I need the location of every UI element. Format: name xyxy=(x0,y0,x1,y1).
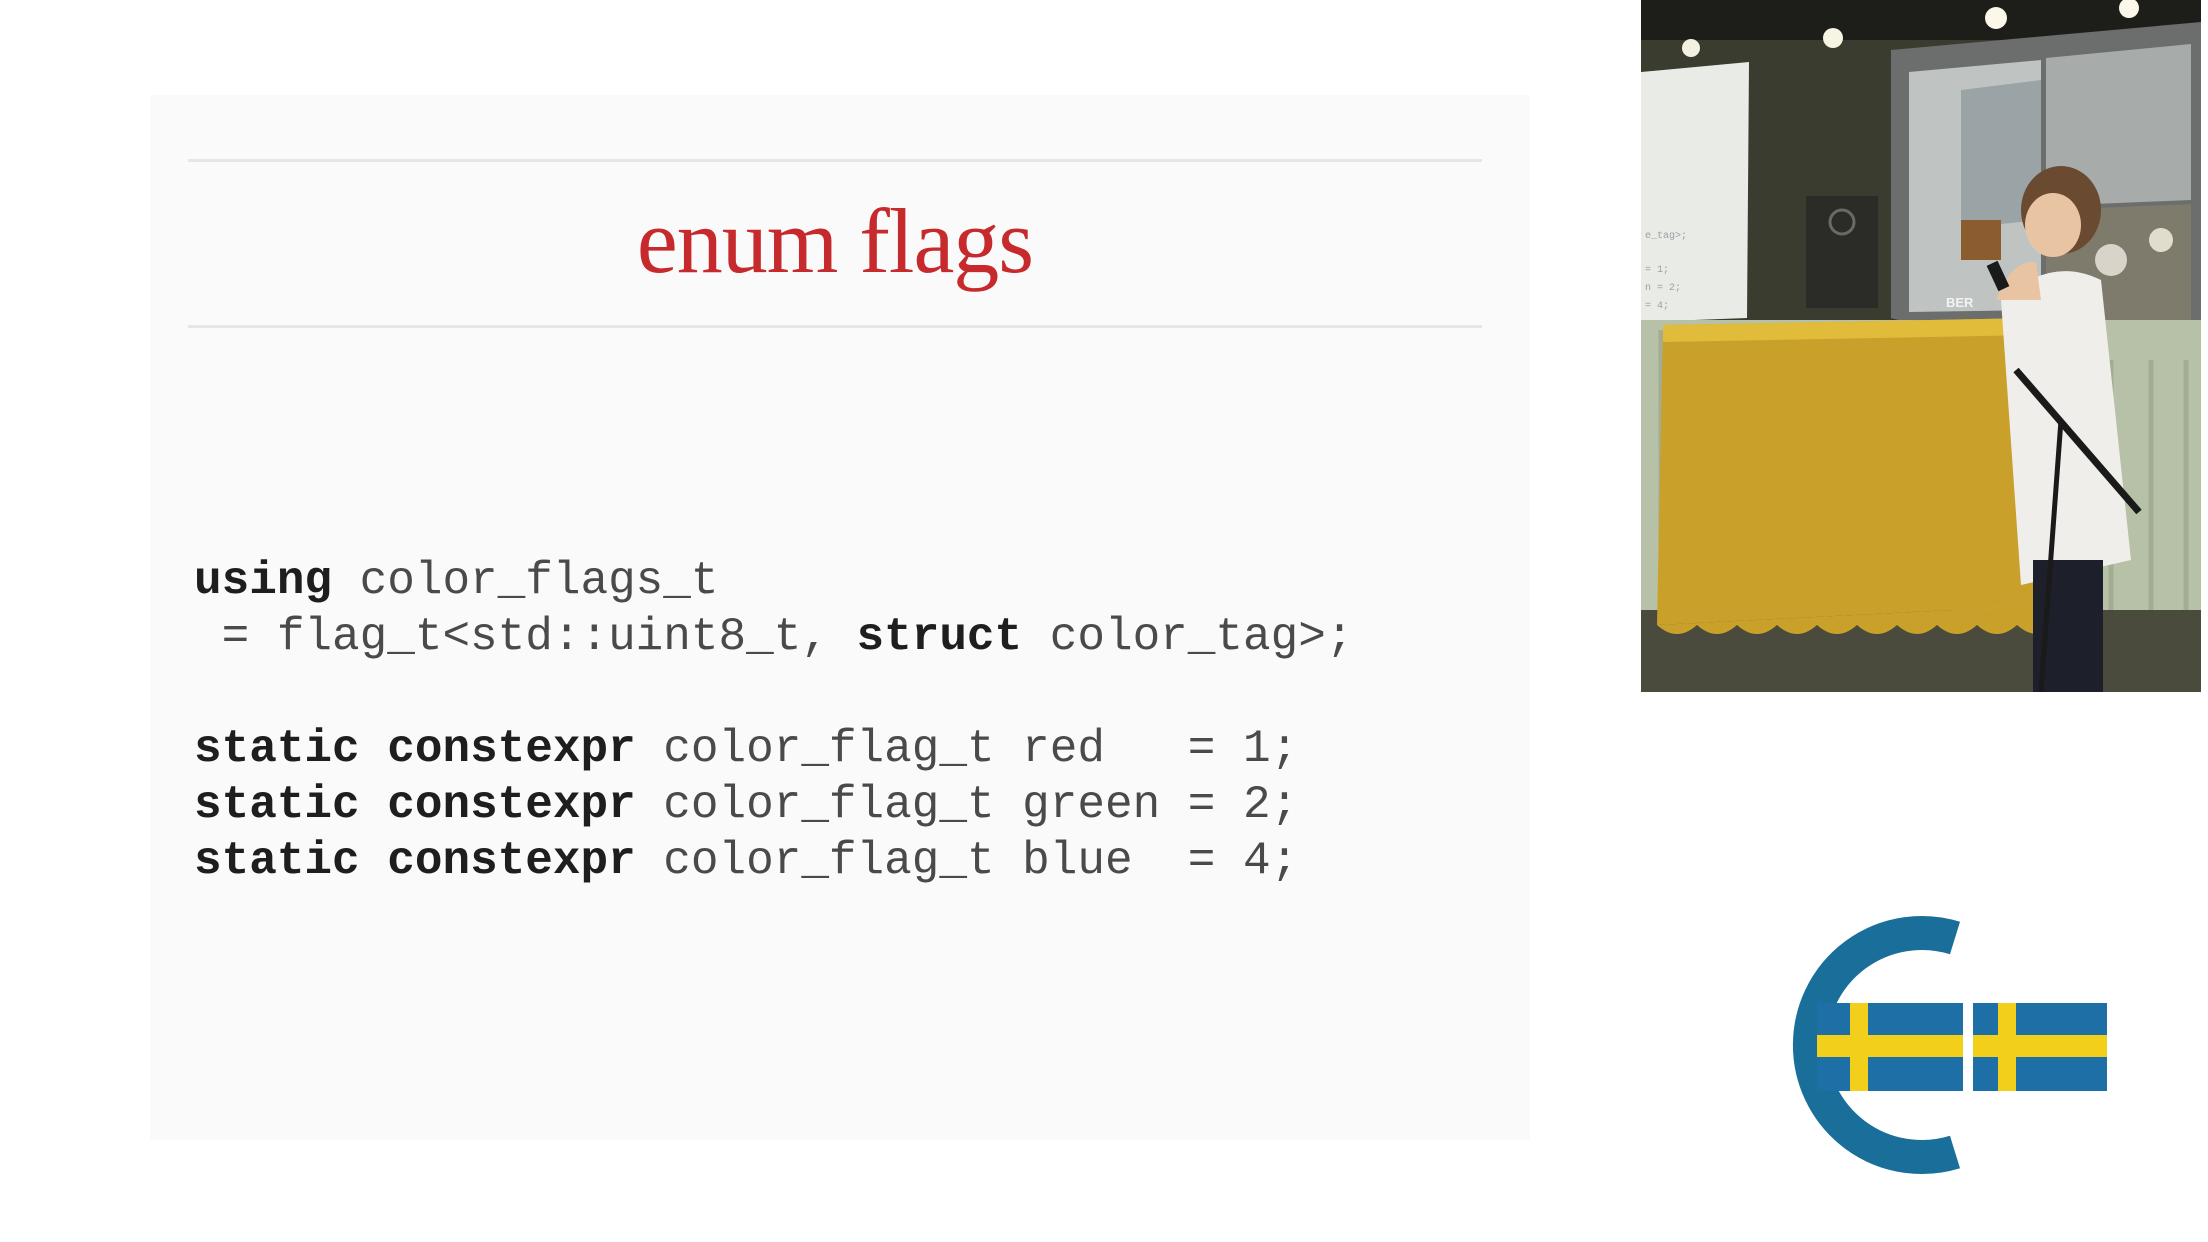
code-keyword: static xyxy=(194,835,360,887)
screen-label: BER xyxy=(1946,295,1974,310)
screen-code-line: = 1; xyxy=(1645,265,1669,276)
speaker-video-feed: e_tag>; = 1; n = 2; = 4; BER xyxy=(1641,0,2201,692)
flag-cross-vertical-right xyxy=(1998,1003,2016,1091)
title-rule-bottom xyxy=(188,325,1482,328)
code-keyword: constexpr xyxy=(387,835,636,887)
code-line: = flag_t<std::uint8_t, struct color_tag>… xyxy=(194,609,1354,665)
code-line: using color_flags_t xyxy=(194,553,1353,609)
screen-code-line: n = 2; xyxy=(1645,283,1681,294)
presentation-slide: enum flags using color_flags_t = flag_t<… xyxy=(150,95,1530,1140)
code-text: color_flag_t red = 1; xyxy=(635,723,1299,775)
conference-logo xyxy=(1792,916,2107,1174)
screen-code-line: e_tag>; xyxy=(1645,231,1687,242)
slide-title: enum flags xyxy=(636,190,1034,292)
code-text: color_flag_t blue = 4; xyxy=(635,835,1299,887)
flag-cross-vertical-left xyxy=(1850,1003,1868,1091)
code-keyword: constexpr xyxy=(387,779,636,831)
speaker-video-frame: e_tag>; = 1; n = 2; = 4; BER xyxy=(1641,0,2201,692)
screen-code-line: = 4; xyxy=(1645,301,1669,312)
code-text: color_flags_t xyxy=(332,555,719,607)
code-line: static constexpr color_flag_t blue = 4; xyxy=(194,833,1353,889)
code-keyword: static xyxy=(194,723,360,775)
code-keyword: struct xyxy=(856,611,1023,663)
code-text: color_flag_t green = 2; xyxy=(635,779,1299,831)
code-keyword: static xyxy=(194,779,360,831)
code-keyword: constexpr xyxy=(387,723,636,775)
code-line: static constexpr color_flag_t green = 2; xyxy=(194,777,1353,833)
code-line: static constexpr color_flag_t red = 1; xyxy=(194,721,1353,777)
title-rule-top xyxy=(188,159,1482,162)
code-keyword: using xyxy=(194,555,333,607)
flag-divider xyxy=(1963,1003,1973,1091)
code-text: color_tag>; xyxy=(1022,611,1354,663)
code-block: using color_flags_t = flag_t<std::uint8_… xyxy=(194,553,1353,889)
code-text: = flag_t<std::uint8_t, xyxy=(194,611,857,663)
